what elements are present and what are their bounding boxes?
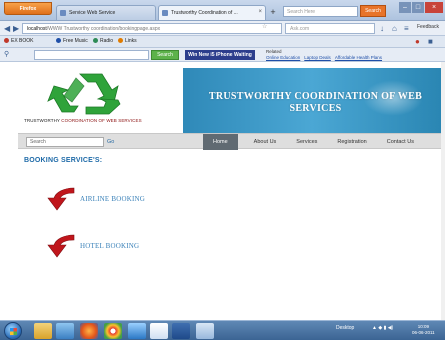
navigation-toolbar: ◀ ▶ localhost/WWW Trustworthy coordinati… xyxy=(0,21,445,36)
outlook-icon[interactable] xyxy=(128,323,146,339)
tab-title: Trustworthy Coordination of ... xyxy=(171,10,238,16)
forward-icon[interactable]: ▶ xyxy=(13,24,19,33)
bookmark-icon xyxy=(118,38,123,43)
toolbar-search-field[interactable] xyxy=(34,50,149,60)
page-icon xyxy=(60,10,66,16)
site-navigation: Search Go Home About Us Services Registr… xyxy=(18,133,441,150)
logo-caption-rest: COORDINATION OF WEB SERVICES xyxy=(61,118,142,123)
bookmark-item[interactable]: Links xyxy=(118,38,137,44)
hotel-booking-link[interactable]: HOTEL BOOKING xyxy=(44,232,164,260)
visual-studio-icon[interactable] xyxy=(172,323,190,339)
tab-service-web-service[interactable]: Service Web Service xyxy=(56,5,156,20)
header-banner: TRUSTWORTHY COORDINATION OF WEB SERVICES xyxy=(183,68,441,133)
site-title: TRUSTWORTHY COORDINATION OF WEB SERVICES xyxy=(208,91,423,114)
system-clock[interactable]: 10:09 06-06-2011 xyxy=(412,324,435,336)
site-logo[interactable]: TRUSTWORTHY COORDINATION OF WEB SERVICES xyxy=(18,68,183,133)
bookmark-item[interactable]: Radio xyxy=(93,38,113,44)
minimize-icon[interactable]: – xyxy=(399,2,411,13)
tab-trustworthy-coordination[interactable]: Trustworthy Coordination of ... × xyxy=(158,5,266,20)
feedback-button[interactable]: Feedback xyxy=(417,24,439,30)
new-tab-button[interactable]: + xyxy=(268,6,278,18)
bookmarks-toolbar: EX BOOK Free Music Radio Links ● ■ xyxy=(0,36,445,48)
explorer-icon[interactable] xyxy=(34,323,52,339)
back-icon[interactable]: ◀ xyxy=(4,24,10,33)
start-button-icon[interactable] xyxy=(4,322,22,340)
media-player-icon[interactable] xyxy=(56,323,74,339)
site-search-input[interactable]: Search xyxy=(26,137,104,147)
tab-title: Service Web Service xyxy=(69,10,116,16)
search-icon[interactable]: ⚲ xyxy=(4,50,9,59)
bookmark-label: EX BOOK xyxy=(11,38,34,44)
word-icon[interactable] xyxy=(150,323,168,339)
firefox-icon[interactable] xyxy=(80,323,98,339)
logo-caption: TRUSTWORTHY COORDINATION OF WEB SERVICES xyxy=(24,118,142,123)
menu-home[interactable]: Home xyxy=(203,134,238,150)
clock-date: 06-06-2011 xyxy=(412,330,435,335)
bookmark-icon xyxy=(93,38,98,43)
addon-icon[interactable]: ■ xyxy=(428,37,433,46)
red-curved-arrow-icon xyxy=(47,234,75,258)
toolbar-search-go-button[interactable]: Search xyxy=(151,50,179,60)
bookmark-item[interactable]: Free Music xyxy=(56,38,88,44)
bookmark-label: Radio xyxy=(100,38,114,44)
vertical-scrollbar[interactable] xyxy=(441,62,445,320)
browser-tab-bar: Firefox Service Web Service Trustworthy … xyxy=(0,0,445,21)
site-search-go-button[interactable]: Go xyxy=(107,137,119,147)
sponsored-link[interactable]: Online Education xyxy=(266,55,300,60)
recycle-logo-icon xyxy=(47,73,121,115)
home-icon[interactable]: ⌂ xyxy=(392,24,397,33)
url-host: localhost xyxy=(27,26,47,32)
bookmark-icon xyxy=(56,38,61,43)
airline-booking-label: AIRLINE BOOKING xyxy=(80,195,146,203)
web-page: TRUSTWORTHY COORDINATION OF WEB SERVICES… xyxy=(0,62,445,320)
menu-about-us[interactable]: About Us xyxy=(244,134,287,150)
toolbar-search-button[interactable]: Search xyxy=(360,5,386,17)
addon-icon[interactable]: ● xyxy=(415,37,420,46)
firefox-menu-button[interactable]: Firefox xyxy=(4,2,52,15)
chrome-icon[interactable] xyxy=(104,323,122,339)
bookmark-item[interactable]: EX BOOK xyxy=(4,38,34,44)
close-tab-icon[interactable]: × xyxy=(258,9,262,15)
sponsored-link[interactable]: Affordable Health Plans xyxy=(335,55,382,60)
sponsored-label: Related xyxy=(266,49,282,54)
page-icon xyxy=(162,10,168,16)
tray-icons[interactable]: ▲ ◆ ▮ ◀) xyxy=(372,325,393,331)
tray-desktop-label[interactable]: Desktop xyxy=(336,325,354,331)
nav-search-input[interactable]: Ask.com xyxy=(285,23,375,34)
airline-booking-link[interactable]: AIRLINE BOOKING xyxy=(44,185,164,213)
search-toolbar: ⚲ Search Win New i5 iPhone Waiting Relat… xyxy=(0,48,445,62)
sponsored-link[interactable]: Laptop Deals xyxy=(304,55,331,60)
iphone-promo-button[interactable]: Win New i5 iPhone Waiting xyxy=(185,50,255,60)
logo-caption-lead: TRUSTWORTHY xyxy=(24,118,60,123)
sponsored-links: Related Online Education Laptop Deals Affo… xyxy=(266,49,386,60)
taskbar: Desktop ▲ ◆ ▮ ◀) 10:09 06-06-2011 xyxy=(0,320,445,340)
url-path: /WWW Trustworthy coordination/bookingpag… xyxy=(46,26,161,32)
url-bar[interactable]: localhost/WWW Trustworthy coordination/b… xyxy=(22,23,282,34)
menu-registration[interactable]: Registration xyxy=(327,134,376,150)
bookmark-label: Links xyxy=(125,38,137,44)
maximize-icon[interactable]: □ xyxy=(412,2,424,13)
bookmark-label: Free Music xyxy=(63,38,88,44)
bookmark-star-icon[interactable]: ☆ xyxy=(262,23,267,30)
menu-contact-us[interactable]: Contact Us xyxy=(377,134,424,150)
menu-services[interactable]: Services xyxy=(286,134,327,150)
toolbar-search-input[interactable]: Search Here xyxy=(283,6,358,17)
menu-icon[interactable]: ≡ xyxy=(404,24,409,33)
section-title: BOOKING SERVICE'S: xyxy=(24,157,103,164)
bookmark-icon xyxy=(4,38,9,43)
remote-desktop-icon[interactable] xyxy=(196,323,214,339)
hotel-booking-label: HOTEL BOOKING xyxy=(80,242,140,250)
download-icon[interactable]: ↓ xyxy=(380,24,384,33)
red-curved-arrow-icon xyxy=(47,187,75,211)
main-menu: Home About Us Services Registration Cont… xyxy=(203,134,424,150)
close-window-icon[interactable]: × xyxy=(425,2,443,13)
